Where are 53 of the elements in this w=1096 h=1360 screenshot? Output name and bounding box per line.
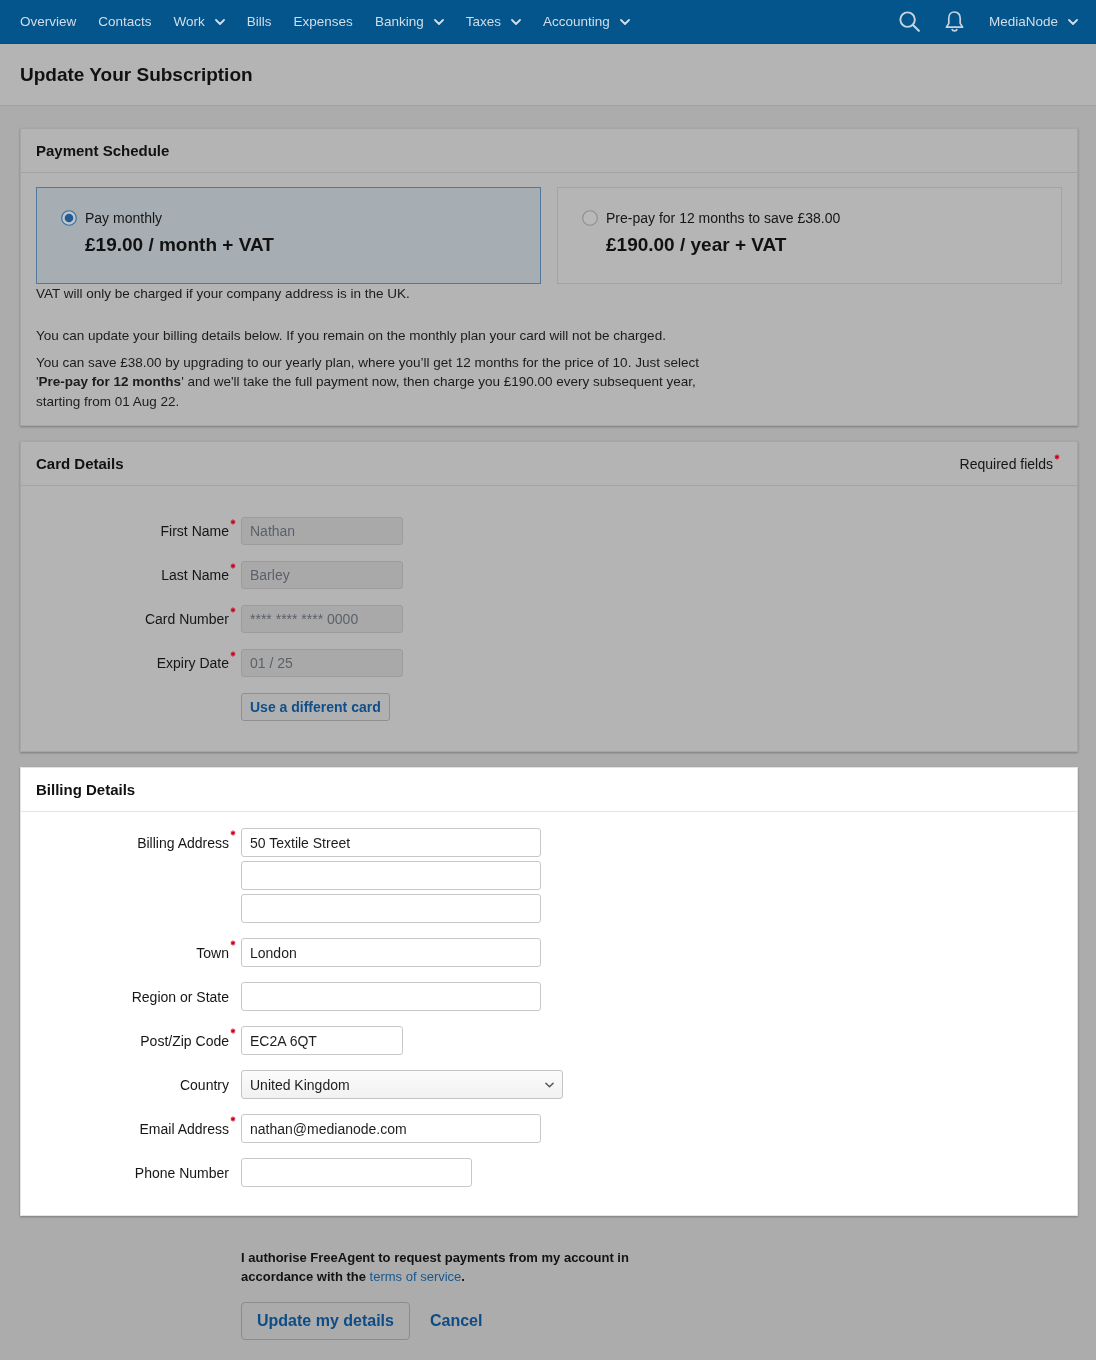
text-field[interactable] [241,982,541,1011]
field-label: Email Address [139,1120,229,1137]
plan-price: £190.00 / year + VAT [606,234,787,256]
vat-note: VAT will only be charged if your company address is in the UK. [36,286,410,302]
chevron-down-icon [545,1081,554,1088]
update-details-button[interactable]: Update my details [241,1302,410,1340]
field-label: Country [179,1076,229,1093]
section-title: Card Details [36,455,124,472]
section-title: Billing Details [36,781,136,798]
text-field[interactable]: 50 Textile Street [241,828,541,857]
field-label: Billing Address [137,834,229,851]
plan-option[interactable]: Pre-pay for 12 months to save £38.00 £190.00 / year + VAT [557,187,1062,284]
field-label: Last Name [161,567,229,583]
info-paragraph: You can update your billing details below. If you remain on the monthly plan your card will not be charged. [36,327,666,345]
section-title: Payment Schedule [36,142,170,159]
bell-icon[interactable] [944,10,964,33]
page-title: Update Your Subscription [20,63,253,86]
field-label: Region or State [131,988,229,1005]
field-label: Town [196,944,229,961]
nav-menu-item[interactable]: Contacts [98,14,152,29]
nav-menu-item[interactable]: Accounting [542,14,630,29]
text-field[interactable]: London [241,938,541,967]
nav-menu-item[interactable]: Expenses [293,14,353,29]
plan-label: Pay monthly [85,210,163,226]
radio-button[interactable] [582,210,598,226]
plan-price: £19.00 / month + VAT [85,234,274,256]
text-field[interactable] [241,894,541,923]
email-field[interactable]: nathan@medianode.com [241,1114,541,1143]
field-label: Post/Zip Code [140,1032,229,1049]
field-label: Card Number [144,611,229,627]
nav-menu-item[interactable]: Work [173,14,225,29]
search-icon[interactable] [898,11,920,32]
nav-menu-item[interactable]: Banking [374,14,444,29]
nav-menu-item[interactable]: Bills [246,14,272,29]
cancel-link[interactable]: Cancel [429,1312,483,1330]
nav-menu-item[interactable]: Overview [20,14,77,29]
field-label: Expiry Date [156,655,229,671]
plan-option[interactable]: Pay monthly £19.00 / month + VAT [36,187,541,284]
field-label: Phone Number [134,1164,229,1181]
required-fields-note: Required fields [959,455,1053,472]
text-field[interactable] [241,861,541,890]
authorisation-text: I authorise FreeAgent to request payments from my account in accordance with the terms of service. [241,1249,630,1286]
country-select[interactable]: United Kingdom [241,1070,563,1099]
radio-button[interactable] [61,210,77,226]
use-different-card-button[interactable]: Use a different card [241,693,390,721]
asterisk-icon [1054,453,1060,460]
nav-menu-item[interactable]: Taxes [465,14,521,29]
plan-label: Pre-pay for 12 months to save £38.00 [606,210,841,226]
account-menu[interactable]: MediaNode [988,14,1078,29]
info-paragraph: You can save £38.00 by upgrading to our yearly plan, where you’ll get 12 months for the price of 10. Just select 'Pre-pay for 12 months' and we'll take the full payment now, then charge you £190.00 every subsequent year, starting from 01 Aug 22. [36,353,700,411]
field-label: First Name [160,523,229,539]
postcode-field[interactable]: EC2A 6QT [241,1026,403,1055]
phone-field[interactable] [241,1158,472,1187]
